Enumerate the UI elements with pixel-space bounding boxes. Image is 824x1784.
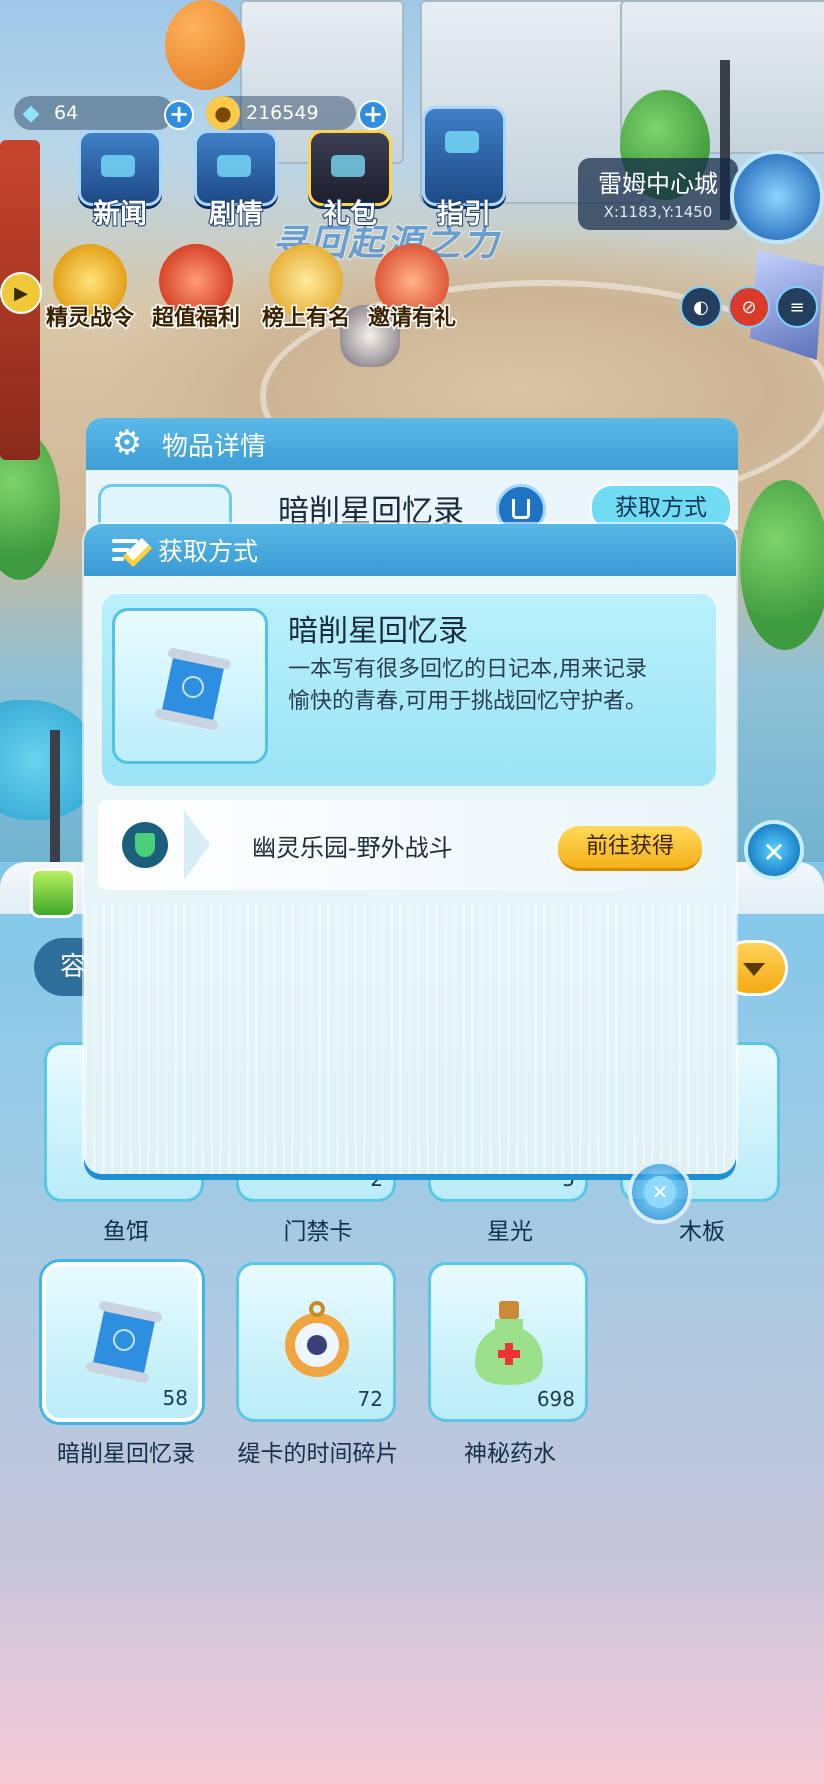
speaker-icon[interactable]: ◐ [680,286,722,328]
news-label: 新闻 [92,198,148,231]
add-gems-button[interactable]: + [164,100,194,130]
gear-icon: ⚙ [111,423,143,463]
value-welfare-label: 超值福利 [150,305,241,333]
item-name: 缇卡的时间碎片 [237,1441,399,1467]
tree [740,480,824,650]
item-name: 鱼饵 [103,1219,149,1245]
leaderboard-label: 榜上有名 [260,305,351,333]
checklist-icon [112,535,153,568]
chevron-right-icon [184,810,210,880]
item-count: 72 [357,1387,383,1411]
acquire-item-thumbnail [112,608,268,764]
item-card-selected[interactable]: 58 [42,1262,202,1422]
close-icon[interactable]: ✕ [744,820,804,880]
item-detail-modal: ⚙ 物品详情 暗削星回忆录 获取方式 [86,418,738,530]
diamond-icon: ◆ [22,100,40,126]
acquire-item-description: 一本写有很多回忆的日记本,用来记录愉快的青春,可用于挑战回忆守护者。 [288,657,647,714]
coin-amount: 216549 [246,102,319,124]
modal-empty-area [84,904,736,1174]
expand-arrow-icon[interactable]: ▶ [0,272,42,314]
item-name: 木板 [679,1219,725,1245]
invite-button[interactable]: 邀请有礼 [362,244,462,333]
guide-button[interactable]: 指引 [418,106,510,231]
item-name: 暗削星回忆录 [57,1441,195,1467]
balloons [165,0,245,90]
dropdown-arrow-icon [743,963,765,976]
go-obtain-button[interactable]: 前往获得 [558,826,702,871]
map-button[interactable] [730,150,824,244]
story-label: 剧情 [208,198,264,231]
potion-bottle-icon [475,1301,543,1385]
location-panel[interactable]: 雷姆中心城 X:1183,Y:1450 [578,158,738,230]
acquire-item-name: 暗削星回忆录 [288,614,468,649]
location-coords: X:1183,Y:1450 [603,203,713,221]
scroll-icon [155,648,231,730]
item-card[interactable]: 72 [236,1262,396,1422]
pocket-watch-icon [285,1301,349,1377]
acquire-method-modal: 获取方式 暗削星回忆录 一本写有很多回忆的日记本,用来记录愉快的青春,可用于挑战… [84,524,736,1174]
item-card[interactable]: 698 [428,1262,588,1422]
cat-coin-icon: ● [206,96,240,130]
guide-label: 指引 [436,198,492,231]
acquire-item-card: 暗削星回忆录 一本写有很多回忆的日记本,用来记录愉快的青春,可用于挑战回忆守护者… [102,594,716,786]
gem-amount: 64 [54,102,79,124]
coin-counter: ● 216549 [206,96,356,130]
location-name: 雷姆中心城 [598,170,718,198]
story-button[interactable]: 剧情 [190,130,282,231]
street-lamp [50,730,60,870]
item-count: 58 [162,1386,188,1410]
news-button[interactable]: 新闻 [74,130,166,231]
source-row: 幽灵乐园-野外战斗 前往获得 [98,800,720,890]
value-welfare-button[interactable]: 超值福利 [146,244,246,333]
scroll-icon [86,1301,162,1383]
battle-pass-button[interactable]: 精灵战令 [40,244,140,333]
menu-icon[interactable]: ≡ [776,286,818,328]
item-detail-header: ⚙ 物品详情 [86,418,738,470]
item-detail-title: 物品详情 [162,431,267,462]
source-name: 幽灵乐园-野外战斗 [252,834,453,862]
battle-pass-label: 精灵战令 [44,305,135,333]
invite-label: 邀请有礼 [366,305,457,333]
battery-icon [30,868,76,918]
close-icon[interactable]: ✕ [628,1160,692,1224]
acquire-method-header: 获取方式 [84,524,736,576]
add-coins-button[interactable]: + [358,100,388,130]
gift-pack-button[interactable]: 礼包 [304,130,396,231]
shield-icon [122,822,168,868]
acquire-method-title: 获取方式 [158,537,259,566]
guide-icon [422,106,506,206]
item-name: 门禁卡 [283,1219,353,1245]
leaderboard-button[interactable]: 榜上有名 [256,244,356,333]
gem-counter: ◆ 64 [14,96,174,130]
item-name: 星光 [487,1219,533,1245]
mute-icon[interactable]: ⊘ [728,286,770,328]
item-count: 698 [536,1387,575,1411]
gift-pack-label: 礼包 [322,198,378,231]
item-name: 神秘药水 [464,1441,556,1467]
